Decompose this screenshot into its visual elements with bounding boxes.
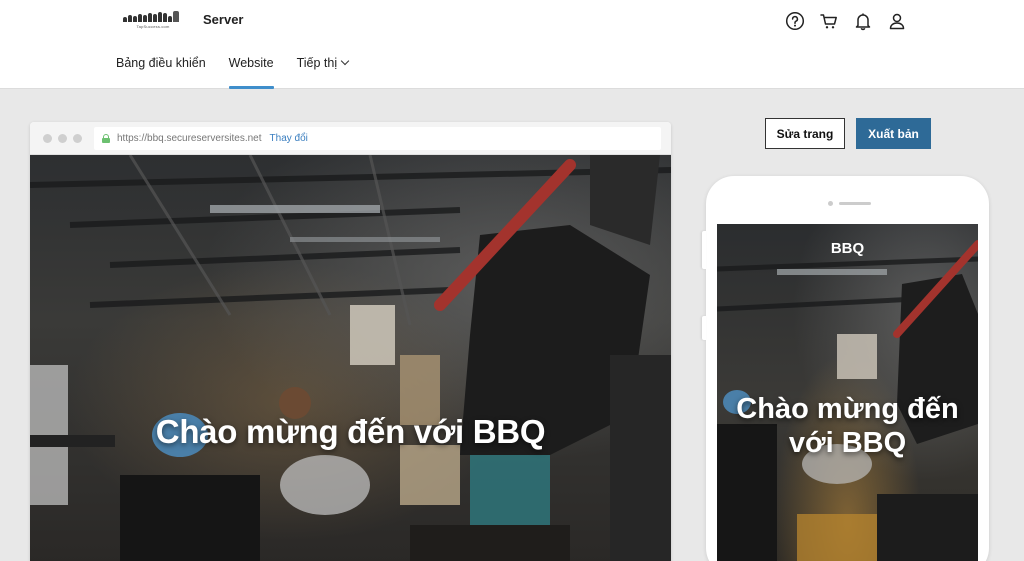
desktop-preview[interactable]: https://bbq.secureserversites.net Thay đ… xyxy=(30,122,671,561)
url-bar: https://bbq.secureserversites.net Thay đ… xyxy=(94,127,661,150)
lock-icon xyxy=(102,134,110,143)
chevron-down-icon xyxy=(340,56,350,66)
camera-icon xyxy=(828,201,833,206)
nav-marketing-label: Tiếp thị xyxy=(296,56,338,70)
browser-bar: https://bbq.secureserversites.net Thay đ… xyxy=(30,122,671,155)
publish-button[interactable]: Xuất bản xyxy=(856,118,931,149)
phone-side-button xyxy=(702,316,706,340)
brand-logo[interactable]: TapSuccess.com xyxy=(123,11,183,31)
window-dot-icon xyxy=(43,134,52,143)
nav-marketing[interactable]: Tiếp thị xyxy=(296,56,350,89)
phone-side-button xyxy=(702,231,706,269)
nav-dashboard-label: Bảng điều khiển xyxy=(116,56,206,70)
logo-text: TapSuccess.com xyxy=(136,24,170,29)
hero-image: Chào mừng đến với BBQ xyxy=(30,155,671,561)
mobile-preview[interactable]: BBQ Chào mừng đến với BBQ xyxy=(702,176,989,561)
top-header: TapSuccess.com Server Bảng điều khiển We… xyxy=(0,0,1024,89)
help-icon[interactable] xyxy=(785,10,805,32)
main-nav: Bảng điều khiển Website Tiếp thị xyxy=(116,56,371,89)
edit-page-button[interactable]: Sửa trang xyxy=(765,118,845,149)
mobile-hero-title: Chào mừng đến với BBQ xyxy=(736,393,959,459)
hero-title: Chào mừng đến với BBQ xyxy=(155,413,546,450)
logo-figures xyxy=(123,11,183,22)
header-icons xyxy=(785,10,907,32)
window-dot-icon xyxy=(58,134,67,143)
nav-website-label: Website xyxy=(228,56,274,70)
brand-name: Server xyxy=(203,12,244,27)
nav-website[interactable]: Website xyxy=(228,56,274,89)
hero-photo-illustration xyxy=(30,155,671,561)
nav-dashboard[interactable]: Bảng điều khiển xyxy=(116,56,206,89)
site-url: https://bbq.secureserversites.net xyxy=(117,133,262,144)
cart-icon[interactable] xyxy=(819,10,839,32)
speaker-icon xyxy=(839,202,871,205)
mobile-site-name: BBQ xyxy=(830,240,865,257)
mobile-screen: BBQ Chào mừng đến với BBQ xyxy=(717,224,978,561)
user-icon[interactable] xyxy=(887,10,907,32)
window-dot-icon xyxy=(73,134,82,143)
change-domain-link[interactable]: Thay đổi xyxy=(270,133,308,144)
bell-icon[interactable] xyxy=(853,10,873,32)
